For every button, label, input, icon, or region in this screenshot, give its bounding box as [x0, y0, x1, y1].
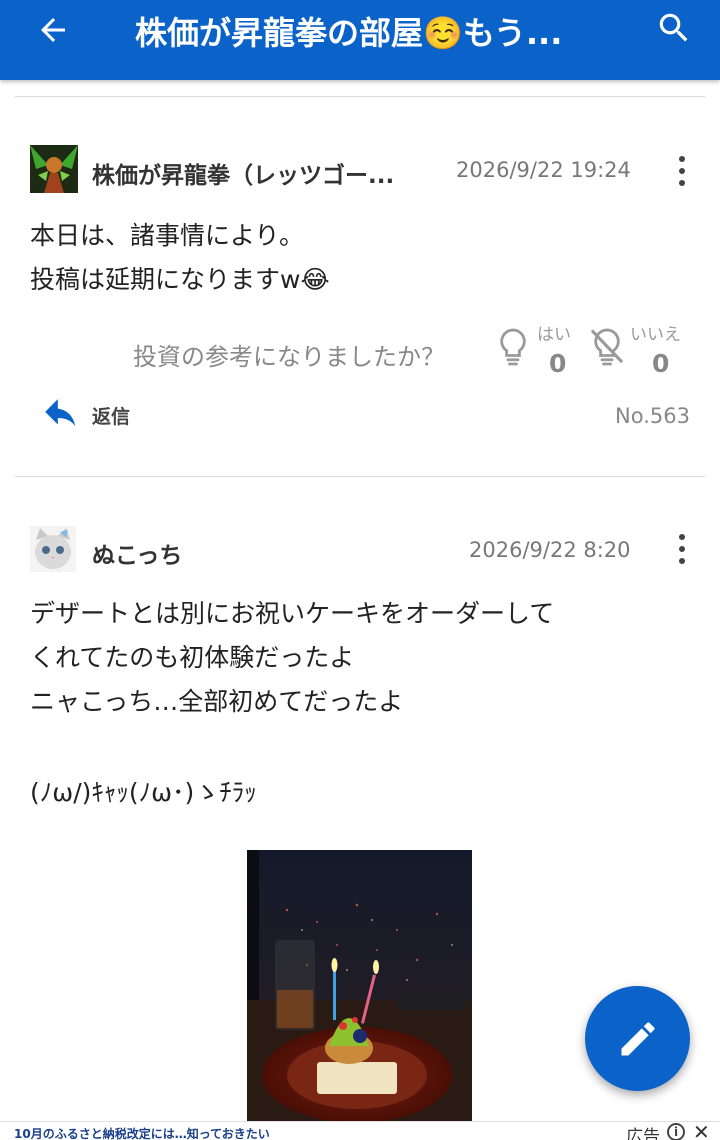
reply-button[interactable]: 返信 — [42, 397, 130, 433]
post-image[interactable] — [247, 850, 472, 1122]
compose-button[interactable] — [585, 986, 690, 1091]
info-icon[interactable]: i — [667, 1123, 685, 1140]
search-button[interactable] — [650, 8, 698, 48]
divider — [15, 476, 705, 477]
post-text-line: (ﾉω/)ｷｬｯ(ﾉω･)ゝﾁﾗｯ — [30, 778, 257, 807]
post-number: No.563 — [615, 404, 690, 428]
divider — [15, 96, 705, 97]
back-button[interactable] — [28, 10, 78, 50]
vote-no-label: いいえ — [630, 325, 681, 345]
vote-question: 投資の参考になりましたか？ — [133, 343, 445, 371]
ad-text[interactable]: 10月のふるさと納税改定には…知っておきたい — [14, 1125, 314, 1140]
post-text-line: くれてたのも初体験だったよ — [30, 643, 355, 672]
more-menu-button[interactable] — [668, 154, 696, 188]
more-menu-button[interactable] — [668, 532, 696, 566]
ad-label: 広告 — [626, 1127, 660, 1140]
pencil-icon — [621, 1021, 655, 1055]
post-text-line: デザートとは別にお祝いケーキをオーダーして — [30, 599, 555, 628]
vote-yes-count: 0 — [549, 349, 567, 378]
avatar[interactable] — [30, 526, 76, 572]
avatar[interactable] — [30, 145, 78, 193]
vote-yes-button[interactable]: はい 0 — [496, 318, 576, 380]
post-text-line: ニャこっち…全部初めてだったよ — [30, 687, 404, 716]
lightbulb-icon — [500, 328, 526, 366]
post-author[interactable]: 株価が昇龍拳（レッツゴー... — [92, 156, 442, 190]
post-text-line: 本日は、諸事情により。 — [30, 221, 305, 250]
reply-icon — [45, 399, 76, 427]
lightbulb-off-icon — [591, 328, 623, 366]
arrow-left-icon — [41, 18, 65, 42]
post-date: 2026/9/22 19:24 — [456, 158, 631, 182]
post-date: 2026/9/22 8:20 — [469, 538, 631, 562]
app-bar: 株価が昇龍拳の部屋☺️もう... — [0, 0, 720, 80]
ad-banner[interactable]: 10月のふるさと納税改定には…知っておきたい 広告 i ✕ — [0, 1120, 720, 1140]
vote-no-button[interactable]: いいえ 0 — [590, 318, 695, 380]
vote-yes-label: はい — [537, 325, 571, 345]
post-author[interactable]: ぬこっち — [92, 536, 342, 570]
page-title: 株価が昇龍拳の部屋☺️もう... — [135, 14, 563, 52]
reply-label: 返信 — [92, 405, 131, 428]
post-text-line: 投稿は延期になりますw😂 — [30, 265, 330, 294]
close-icon[interactable]: ✕ — [693, 1120, 710, 1140]
vote-no-count: 0 — [652, 349, 670, 378]
search-icon — [659, 13, 688, 42]
